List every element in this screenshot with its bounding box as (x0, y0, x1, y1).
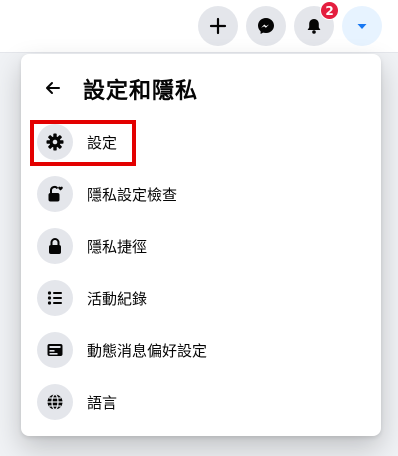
menu-item-label: 隱私設定檢查 (87, 185, 178, 204)
messenger-icon (258, 18, 274, 34)
menu-item-label: 活動紀錄 (87, 289, 148, 308)
top-bar: 2 (0, 0, 398, 53)
back-button[interactable] (35, 70, 71, 106)
menu-item-settings[interactable]: 設定 (29, 116, 373, 168)
feed-icon (37, 332, 73, 368)
menu-item-news-feed-preferences[interactable]: 動態消息偏好設定 (29, 324, 373, 376)
menu-item-activity-log[interactable]: 活動紀錄 (29, 272, 373, 324)
panel-header: 設定和隱私 (21, 68, 381, 108)
panel-title: 設定和隱私 (83, 79, 199, 104)
menu-item-language[interactable]: 語言 (29, 376, 373, 428)
menu-item-label: 動態消息偏好設定 (87, 341, 208, 360)
menu-item-label: 隱私捷徑 (87, 237, 148, 256)
notifications-button[interactable]: 2 (294, 1, 339, 46)
account-menu-button[interactable] (342, 6, 382, 46)
create-button[interactable] (198, 6, 238, 46)
list-icon (37, 280, 73, 316)
menu-item-label: 設定 (87, 133, 118, 152)
caret-down-icon (357, 24, 367, 29)
menu-item-privacy-shortcuts[interactable]: 隱私捷徑 (29, 220, 373, 272)
lock-heart-icon (37, 176, 73, 212)
arrow-left-icon (46, 82, 60, 94)
gear-icon (37, 124, 73, 160)
settings-menu: 設定 隱私設定檢查 隱私捷徑 活動紀錄 動態消息偏好設定 語言 (29, 116, 373, 428)
menu-item-label: 語言 (87, 393, 118, 412)
lock-icon (37, 228, 73, 264)
plus-icon (209, 17, 227, 35)
menu-item-privacy-checkup[interactable]: 隱私設定檢查 (29, 168, 373, 220)
messenger-button[interactable] (246, 6, 286, 46)
bell-icon (307, 19, 321, 34)
globe-icon (37, 384, 73, 420)
settings-privacy-panel: 設定和隱私 設定 隱私設定檢查 隱私捷徑 活動紀錄 動態消息偏好設定 語言 (21, 54, 381, 436)
notification-badge: 2 (320, 1, 339, 20)
